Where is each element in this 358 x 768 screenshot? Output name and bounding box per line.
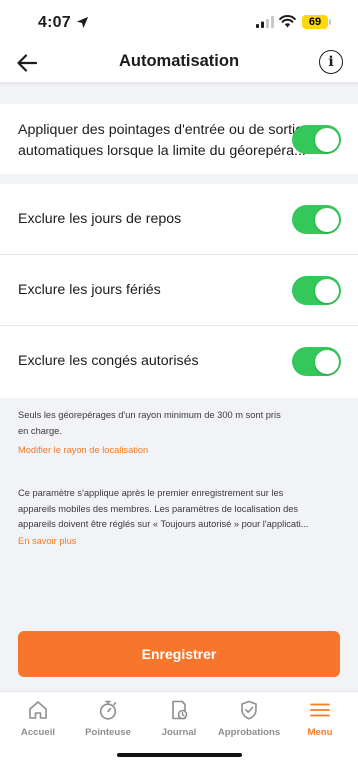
setting-label: Exclure les jours de repos bbox=[18, 211, 182, 227]
geofence-settings-card: Appliquer des pointages d'entrée ou de s… bbox=[0, 104, 358, 174]
tab-label: Journal bbox=[161, 727, 197, 738]
exclude-rest-days-toggle[interactable] bbox=[292, 205, 341, 234]
exclude-approved-leave-toggle[interactable] bbox=[292, 347, 341, 376]
geofence-auto-toggle[interactable] bbox=[292, 125, 341, 154]
tab-approvals[interactable]: Approbations bbox=[214, 699, 284, 738]
radius-note: Seuls les géorepérages d'un rayon minimu… bbox=[18, 408, 340, 439]
info-note-line1: Ce paramètre s'applique après le premier… bbox=[18, 488, 284, 498]
setting-label: Appliquer des pointages d'entrée ou de s… bbox=[18, 120, 306, 162]
radius-note-line2: en charge. bbox=[18, 425, 62, 436]
header-divider bbox=[0, 82, 358, 87]
edit-radius-link[interactable]: Modifier le rayon de localisation bbox=[18, 445, 148, 455]
app-screen: 4:07 69 Automatisation i Appliquer des p… bbox=[0, 0, 358, 768]
radius-note-line1: Seuls les géorepérages d'un rayon minimu… bbox=[18, 410, 281, 420]
setting-row-rest-days: Exclure les jours de repos bbox=[0, 184, 358, 255]
save-button[interactable]: Enregistrer bbox=[18, 631, 340, 677]
wifi-icon bbox=[279, 15, 296, 28]
battery-level: 69 bbox=[308, 16, 322, 28]
info-button[interactable]: i bbox=[319, 50, 343, 74]
setting-label: Exclure les jours fériés bbox=[18, 282, 161, 298]
battery-cap bbox=[329, 19, 331, 25]
stopwatch-icon bbox=[99, 700, 117, 720]
setting-row-geofence-auto: Appliquer des pointages d'entrée ou de s… bbox=[0, 104, 358, 174]
tab-home[interactable]: Accueil bbox=[3, 699, 73, 738]
exclude-holidays-toggle[interactable] bbox=[292, 276, 341, 305]
tab-label: Accueil bbox=[20, 727, 56, 738]
info-note-line3: appareils doivent être réglés sur « Touj… bbox=[18, 519, 309, 529]
journal-icon bbox=[172, 700, 188, 720]
battery-icon: 69 bbox=[302, 15, 328, 29]
setting-label-line1: Appliquer des pointages d'entrée ou de s… bbox=[18, 122, 304, 138]
location-arrow-icon bbox=[76, 16, 89, 29]
exclusions-card: Exclure les jours de repos Exclure les j… bbox=[0, 184, 358, 398]
menu-icon bbox=[310, 703, 330, 717]
tab-journal[interactable]: Journal bbox=[144, 699, 214, 738]
signal-icon bbox=[256, 16, 274, 28]
status-bar: 4:07 69 bbox=[0, 0, 358, 46]
navigation-header: Automatisation i bbox=[0, 46, 358, 82]
info-note: Ce paramètre s'applique après le premier… bbox=[18, 486, 340, 533]
page-title: Automatisation bbox=[118, 52, 240, 70]
info-note-line2: appareils mobiles des membres. Les param… bbox=[18, 503, 299, 514]
shield-check-icon bbox=[241, 700, 257, 720]
home-icon bbox=[29, 701, 47, 719]
setting-label: Exclure les congés autorisés bbox=[18, 353, 199, 369]
status-time: 4:07 bbox=[38, 14, 71, 31]
setting-row-approved-leave: Exclure les congés autorisés bbox=[0, 326, 358, 398]
home-indicator bbox=[117, 753, 242, 757]
tab-label: Approbations bbox=[217, 727, 281, 738]
tab-label: Menu bbox=[307, 727, 333, 738]
setting-label-line2: automatiques lorsque la limite du géorep… bbox=[18, 143, 306, 159]
tab-time-clock[interactable]: Pointeuse bbox=[73, 699, 143, 738]
tab-menu[interactable]: Menu bbox=[285, 699, 355, 738]
setting-row-holidays: Exclure les jours fériés bbox=[0, 255, 358, 326]
learn-more-link[interactable]: En savoir plus bbox=[18, 536, 76, 546]
tab-label: Pointeuse bbox=[85, 727, 131, 738]
info-icon: i bbox=[328, 54, 334, 70]
